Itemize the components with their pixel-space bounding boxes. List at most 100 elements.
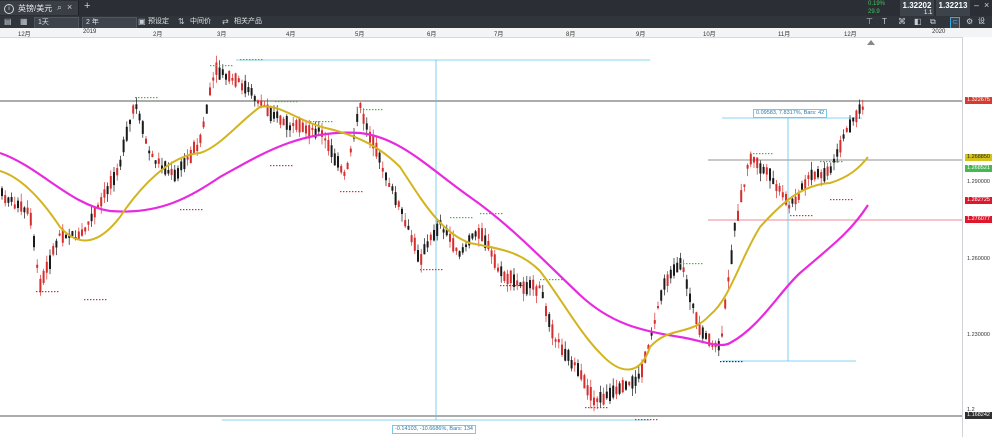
level-dot (36, 291, 38, 293)
candle-body (631, 376, 634, 389)
measure-label-upper: 0.09583, 7.8317%, Bars: 42 (753, 109, 828, 118)
price-tick: 1.260000 (967, 256, 990, 262)
level-dot (293, 101, 295, 103)
candle-body (605, 391, 608, 399)
draw-icon[interactable]: ⊤ (866, 17, 873, 27)
candle-body (852, 117, 855, 122)
change-percent: 0.19% (868, 1, 886, 7)
candle-body (173, 169, 176, 182)
candle-body (503, 271, 506, 281)
level-dot (435, 269, 437, 271)
candle-body (90, 213, 93, 222)
preset-button[interactable]: 预设定 (148, 17, 169, 27)
add-tab-icon[interactable]: + (84, 0, 90, 12)
ask-price-button[interactable]: 1.32213 (936, 0, 970, 16)
candle-body (298, 118, 301, 133)
candle-body (685, 279, 688, 289)
candle-body (81, 229, 83, 236)
level-dot (680, 263, 682, 265)
candle-body (641, 363, 643, 378)
close-window-icon[interactable]: × (984, 0, 989, 10)
candle-body (180, 161, 183, 171)
level-dot (465, 217, 467, 219)
close-icon[interactable]: × (67, 2, 72, 12)
level-dot (495, 213, 497, 215)
level-dot (84, 299, 86, 301)
candle-body (420, 254, 423, 265)
low-tag: 1.168242 (965, 412, 992, 419)
candle-body (781, 192, 784, 198)
level-dot (219, 65, 221, 67)
candle-body (449, 233, 451, 242)
level-dot (189, 209, 191, 211)
level-dot (363, 109, 365, 111)
level-dot (153, 97, 155, 99)
level-dot (346, 191, 348, 193)
candle-body (753, 156, 755, 163)
layout-icon[interactable]: ▤ (4, 17, 12, 27)
level-dot (276, 165, 278, 167)
level-dot (51, 291, 53, 293)
candle-body (410, 235, 413, 243)
level-dot (375, 109, 377, 111)
price-chart[interactable] (0, 37, 962, 437)
level-dot (540, 279, 542, 281)
candle-body (228, 71, 231, 82)
level-dot (284, 101, 286, 103)
level-dot (231, 65, 233, 67)
level-dot (515, 285, 517, 287)
level-dot (723, 361, 725, 363)
minimize-icon[interactable]: – (974, 0, 979, 10)
candle-body (106, 186, 109, 195)
settings-icon[interactable]: ⚙ (966, 17, 973, 27)
search-icon[interactable]: ⌕ (57, 2, 62, 13)
candle-body (205, 104, 208, 114)
template-icon[interactable]: ⧉ (930, 17, 936, 27)
level-dot (198, 209, 200, 211)
level-dot (823, 161, 825, 163)
candle-body (493, 254, 496, 268)
level-dot (45, 291, 47, 293)
tab-gbpusd[interactable]: i 英镑/美元 ⌕ × (0, 1, 79, 15)
candle-body (186, 156, 189, 160)
candle-body (529, 280, 531, 289)
level-dot (471, 217, 473, 219)
candle-body (17, 200, 19, 209)
candle-body (289, 125, 291, 131)
level-dot (270, 165, 272, 167)
candle-body (77, 231, 80, 240)
level-dot (552, 279, 554, 281)
level-dot (483, 213, 485, 215)
indicator-icon[interactable]: ⌘ (898, 17, 906, 27)
candle-body (253, 96, 256, 101)
candle-body (148, 150, 151, 154)
level-dot (729, 361, 731, 363)
candle-body (237, 78, 240, 82)
candle-body (682, 267, 685, 272)
candle-body (810, 169, 813, 181)
candle-body (804, 179, 807, 190)
candle-body (388, 183, 391, 187)
compare-icon[interactable]: ◧ (914, 17, 922, 27)
level-dot (216, 65, 218, 67)
settings-label[interactable]: 设 (978, 17, 985, 27)
level-dot (252, 59, 254, 61)
grid-icon[interactable]: ▦ (20, 17, 28, 27)
related-button[interactable]: 相关产品 (234, 17, 262, 27)
candle-body (317, 127, 320, 132)
level-dot (641, 419, 643, 421)
candle-body (247, 87, 250, 93)
midprice-button[interactable]: 中间价 (190, 17, 211, 27)
candle-body (202, 121, 205, 128)
level-dot (87, 299, 89, 301)
level-dot (39, 291, 41, 293)
candle-body (125, 126, 128, 141)
text-icon[interactable]: T (882, 17, 887, 27)
level-dot (638, 419, 640, 421)
info-icon[interactable]: i (4, 4, 14, 14)
candle-body (506, 273, 509, 285)
candle-body (497, 267, 499, 272)
candle-body (100, 197, 103, 207)
level-dot (186, 209, 188, 211)
candle-body (724, 299, 727, 309)
